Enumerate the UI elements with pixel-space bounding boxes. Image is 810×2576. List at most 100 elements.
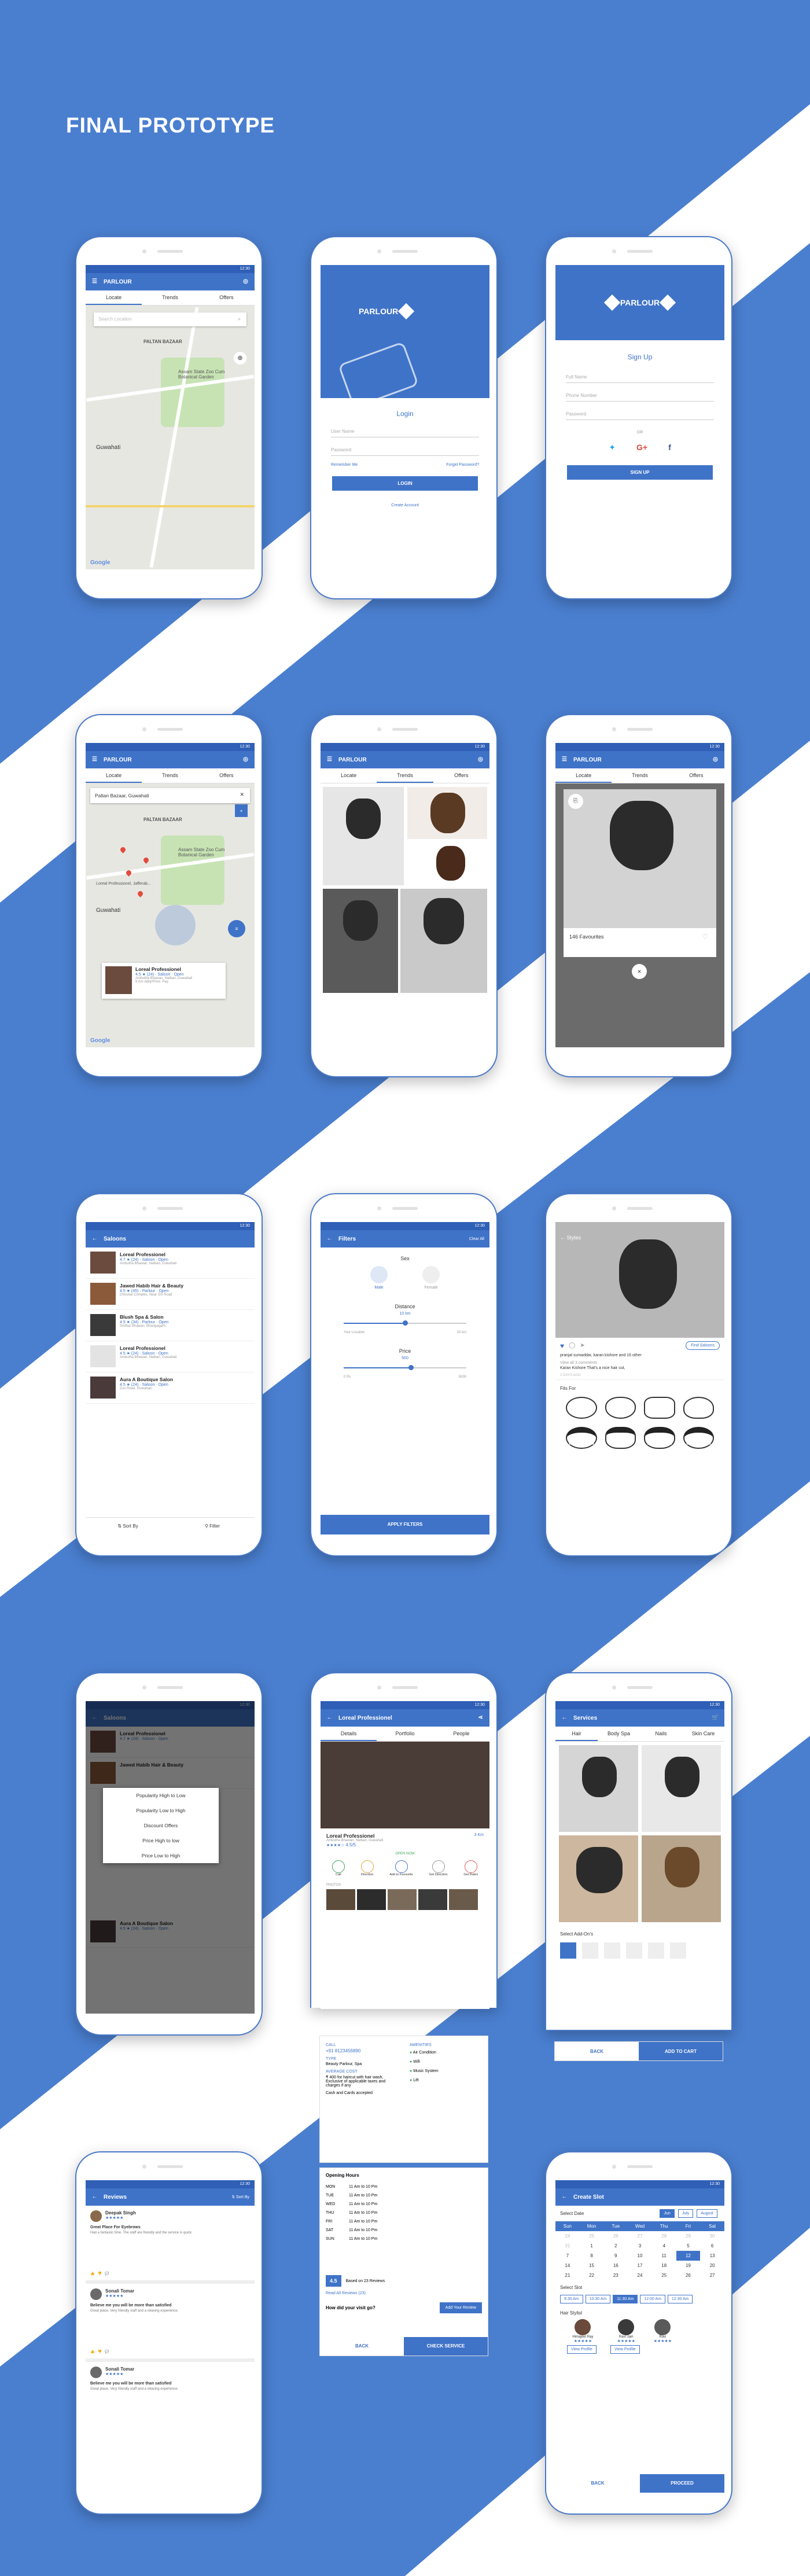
- menu-item[interactable]: Price Low to High: [103, 1848, 219, 1863]
- face-shape-icon[interactable]: [683, 1427, 714, 1449]
- face-shape-icon[interactable]: [605, 1427, 636, 1449]
- service-card[interactable]: [559, 1745, 638, 1832]
- forgot-password-link[interactable]: Forget Password?: [446, 463, 479, 467]
- face-shape-icon[interactable]: [605, 1397, 636, 1419]
- proceed-button[interactable]: PROCEED: [640, 2474, 724, 2493]
- locate-me-icon[interactable]: ⊕: [234, 352, 246, 365]
- check-service-button[interactable]: CHECK SERVICE: [404, 2337, 488, 2356]
- list-item[interactable]: Jawed Habib Hair & Beauty 4.5 ★ (45) · Pa…: [86, 1279, 255, 1310]
- rates-action[interactable]: Get Rates: [463, 1860, 478, 1876]
- calendar-day[interactable]: 5: [676, 2241, 701, 2251]
- calendar-day[interactable]: 21: [555, 2270, 580, 2280]
- calendar-day[interactable]: 15: [580, 2261, 604, 2270]
- tab-locate[interactable]: Locate: [86, 290, 142, 305]
- menu-item[interactable]: Discount Offers: [103, 1818, 219, 1833]
- favourite-action[interactable]: Add to Favourite: [389, 1860, 413, 1876]
- face-shape-icon[interactable]: [644, 1397, 675, 1419]
- tab-portfolio[interactable]: Portfolio: [377, 1727, 433, 1741]
- calendar-day[interactable]: 7: [555, 2251, 580, 2261]
- calendar-grid[interactable]: 24 25 26 27 28 29 30 31 1 2 3 4 5 6 7 8 9 10 11 12 13 14 15 16 1…: [555, 2231, 724, 2280]
- month-chip[interactable]: August: [697, 2209, 717, 2218]
- back-arrow-icon[interactable]: ←: [326, 1235, 333, 1243]
- back-arrow-icon[interactable]: ←: [560, 1235, 567, 1241]
- login-button[interactable]: LOGIN: [332, 476, 478, 491]
- password-field[interactable]: Password: [331, 444, 479, 456]
- heart-icon[interactable]: ♡: [702, 933, 708, 941]
- read-reviews-link[interactable]: Read All Reviews (23): [320, 2291, 488, 2295]
- time-chip[interactable]: 10:30 Am: [585, 2295, 611, 2303]
- calendar-day[interactable]: 6: [700, 2241, 724, 2251]
- tab-offers[interactable]: Offers: [198, 290, 255, 305]
- menu-icon[interactable]: ☰: [326, 756, 333, 764]
- username-field[interactable]: User Name: [331, 426, 479, 437]
- addon-icon[interactable]: [604, 1942, 620, 1959]
- list-item[interactable]: Loreal Professionel 4.7 ★ (24) · Saloon ·…: [86, 1247, 255, 1279]
- create-account-link[interactable]: Create Account: [321, 503, 489, 507]
- calendar-day[interactable]: 4: [652, 2241, 676, 2251]
- time-chip[interactable]: 12:00 Am: [640, 2295, 665, 2303]
- back-button[interactable]: BACK: [555, 2474, 640, 2493]
- tab-trends[interactable]: Trends: [612, 768, 668, 783]
- sort-button[interactable]: ⇅ Sort By: [231, 2195, 249, 2199]
- sort-button[interactable]: ⇅ Sort By: [86, 1518, 170, 1534]
- map-view[interactable]: Paltan Bazaar, Guwahati ✕ PALTAN BAZAAR …: [86, 783, 255, 1047]
- trend-card[interactable]: ⎘ 146 Favourites ♡: [564, 789, 716, 957]
- map-view[interactable]: Search Location ⌕ PALTAN BAZAAR Assam St…: [86, 306, 255, 569]
- menu-item[interactable]: Price High to low: [103, 1833, 219, 1848]
- find-saloons-button[interactable]: Find Saloons: [686, 1341, 720, 1350]
- saloon-photo[interactable]: [321, 1742, 489, 1828]
- calendar-day[interactable]: 12: [676, 2251, 701, 2261]
- calendar-day[interactable]: 31: [555, 2241, 580, 2251]
- calendar-day[interactable]: 20: [700, 2261, 724, 2270]
- close-icon[interactable]: ✕: [240, 792, 244, 798]
- back-arrow-icon[interactable]: ←: [561, 2194, 568, 2201]
- male-option[interactable]: Male: [370, 1266, 388, 1290]
- trend-image[interactable]: [323, 889, 398, 993]
- calendar-day[interactable]: 25: [580, 2231, 604, 2241]
- calendar-day[interactable]: 27: [700, 2270, 724, 2280]
- search-input[interactable]: Search Location: [94, 312, 246, 326]
- list-item[interactable]: Aura A Boutique Salon 4.5 ★ (24) · Saloon…: [86, 1372, 255, 1404]
- service-card[interactable]: [642, 1745, 721, 1832]
- direction-action[interactable]: Direction: [360, 1860, 374, 1876]
- menu-icon[interactable]: ☰: [91, 756, 98, 764]
- calendar-day[interactable]: 3: [628, 2241, 652, 2251]
- back-arrow-icon[interactable]: ←: [326, 1714, 333, 1722]
- calendar-day[interactable]: 14: [555, 2261, 580, 2270]
- back-button[interactable]: BACK: [555, 2042, 639, 2060]
- back-arrow-icon[interactable]: ←: [91, 2194, 98, 2201]
- service-card[interactable]: [559, 1835, 638, 1922]
- calendar-day[interactable]: 24: [628, 2270, 652, 2280]
- trend-image[interactable]: [407, 841, 487, 885]
- month-chip[interactable]: Jun: [660, 2209, 675, 2218]
- addon-icon[interactable]: [560, 1942, 576, 1959]
- location-pin-icon[interactable]: [119, 846, 127, 853]
- add-to-cart-button[interactable]: ADD TO CART: [639, 2042, 723, 2060]
- calendar-day[interactable]: 29: [676, 2231, 701, 2241]
- time-chip[interactable]: 9:30 Am: [560, 2295, 583, 2303]
- globe-icon[interactable]: ◎: [712, 756, 719, 764]
- phone-number[interactable]: +91 8123456890: [326, 2048, 398, 2054]
- tab-trends[interactable]: Trends: [377, 768, 433, 783]
- tab-locate[interactable]: Locate: [86, 768, 142, 783]
- calendar-day[interactable]: 30: [700, 2231, 724, 2241]
- share-icon[interactable]: ⋖: [477, 1714, 484, 1722]
- bookmark-icon[interactable]: ⎘: [568, 794, 583, 809]
- globe-icon[interactable]: ◎: [242, 756, 249, 764]
- menu-item[interactable]: Popularity High to Low: [103, 1788, 219, 1803]
- saloon-card[interactable]: Loreal Professionel 4.5 ★ (24) · Saloon ·…: [102, 963, 226, 999]
- google-plus-icon[interactable]: G+: [636, 443, 647, 452]
- back-arrow-icon[interactable]: ←: [561, 1714, 568, 1722]
- list-item[interactable]: Loreal Professionel 4.5 ★ (24) · Saloon ·…: [86, 1341, 255, 1372]
- calendar-day[interactable]: 2: [603, 2241, 628, 2251]
- trend-image[interactable]: [407, 787, 487, 839]
- month-chip[interactable]: July: [678, 2209, 694, 2218]
- tab-nails[interactable]: Nails: [640, 1727, 682, 1741]
- female-option[interactable]: Female: [422, 1266, 440, 1290]
- addon-icon[interactable]: [626, 1942, 642, 1959]
- close-icon[interactable]: ✕: [632, 964, 647, 979]
- call-action[interactable]: Call: [332, 1860, 345, 1876]
- heart-icon[interactable]: ♥: [560, 1342, 564, 1350]
- calendar-day[interactable]: 27: [628, 2231, 652, 2241]
- add-review-button[interactable]: Add Your Review: [439, 2302, 482, 2313]
